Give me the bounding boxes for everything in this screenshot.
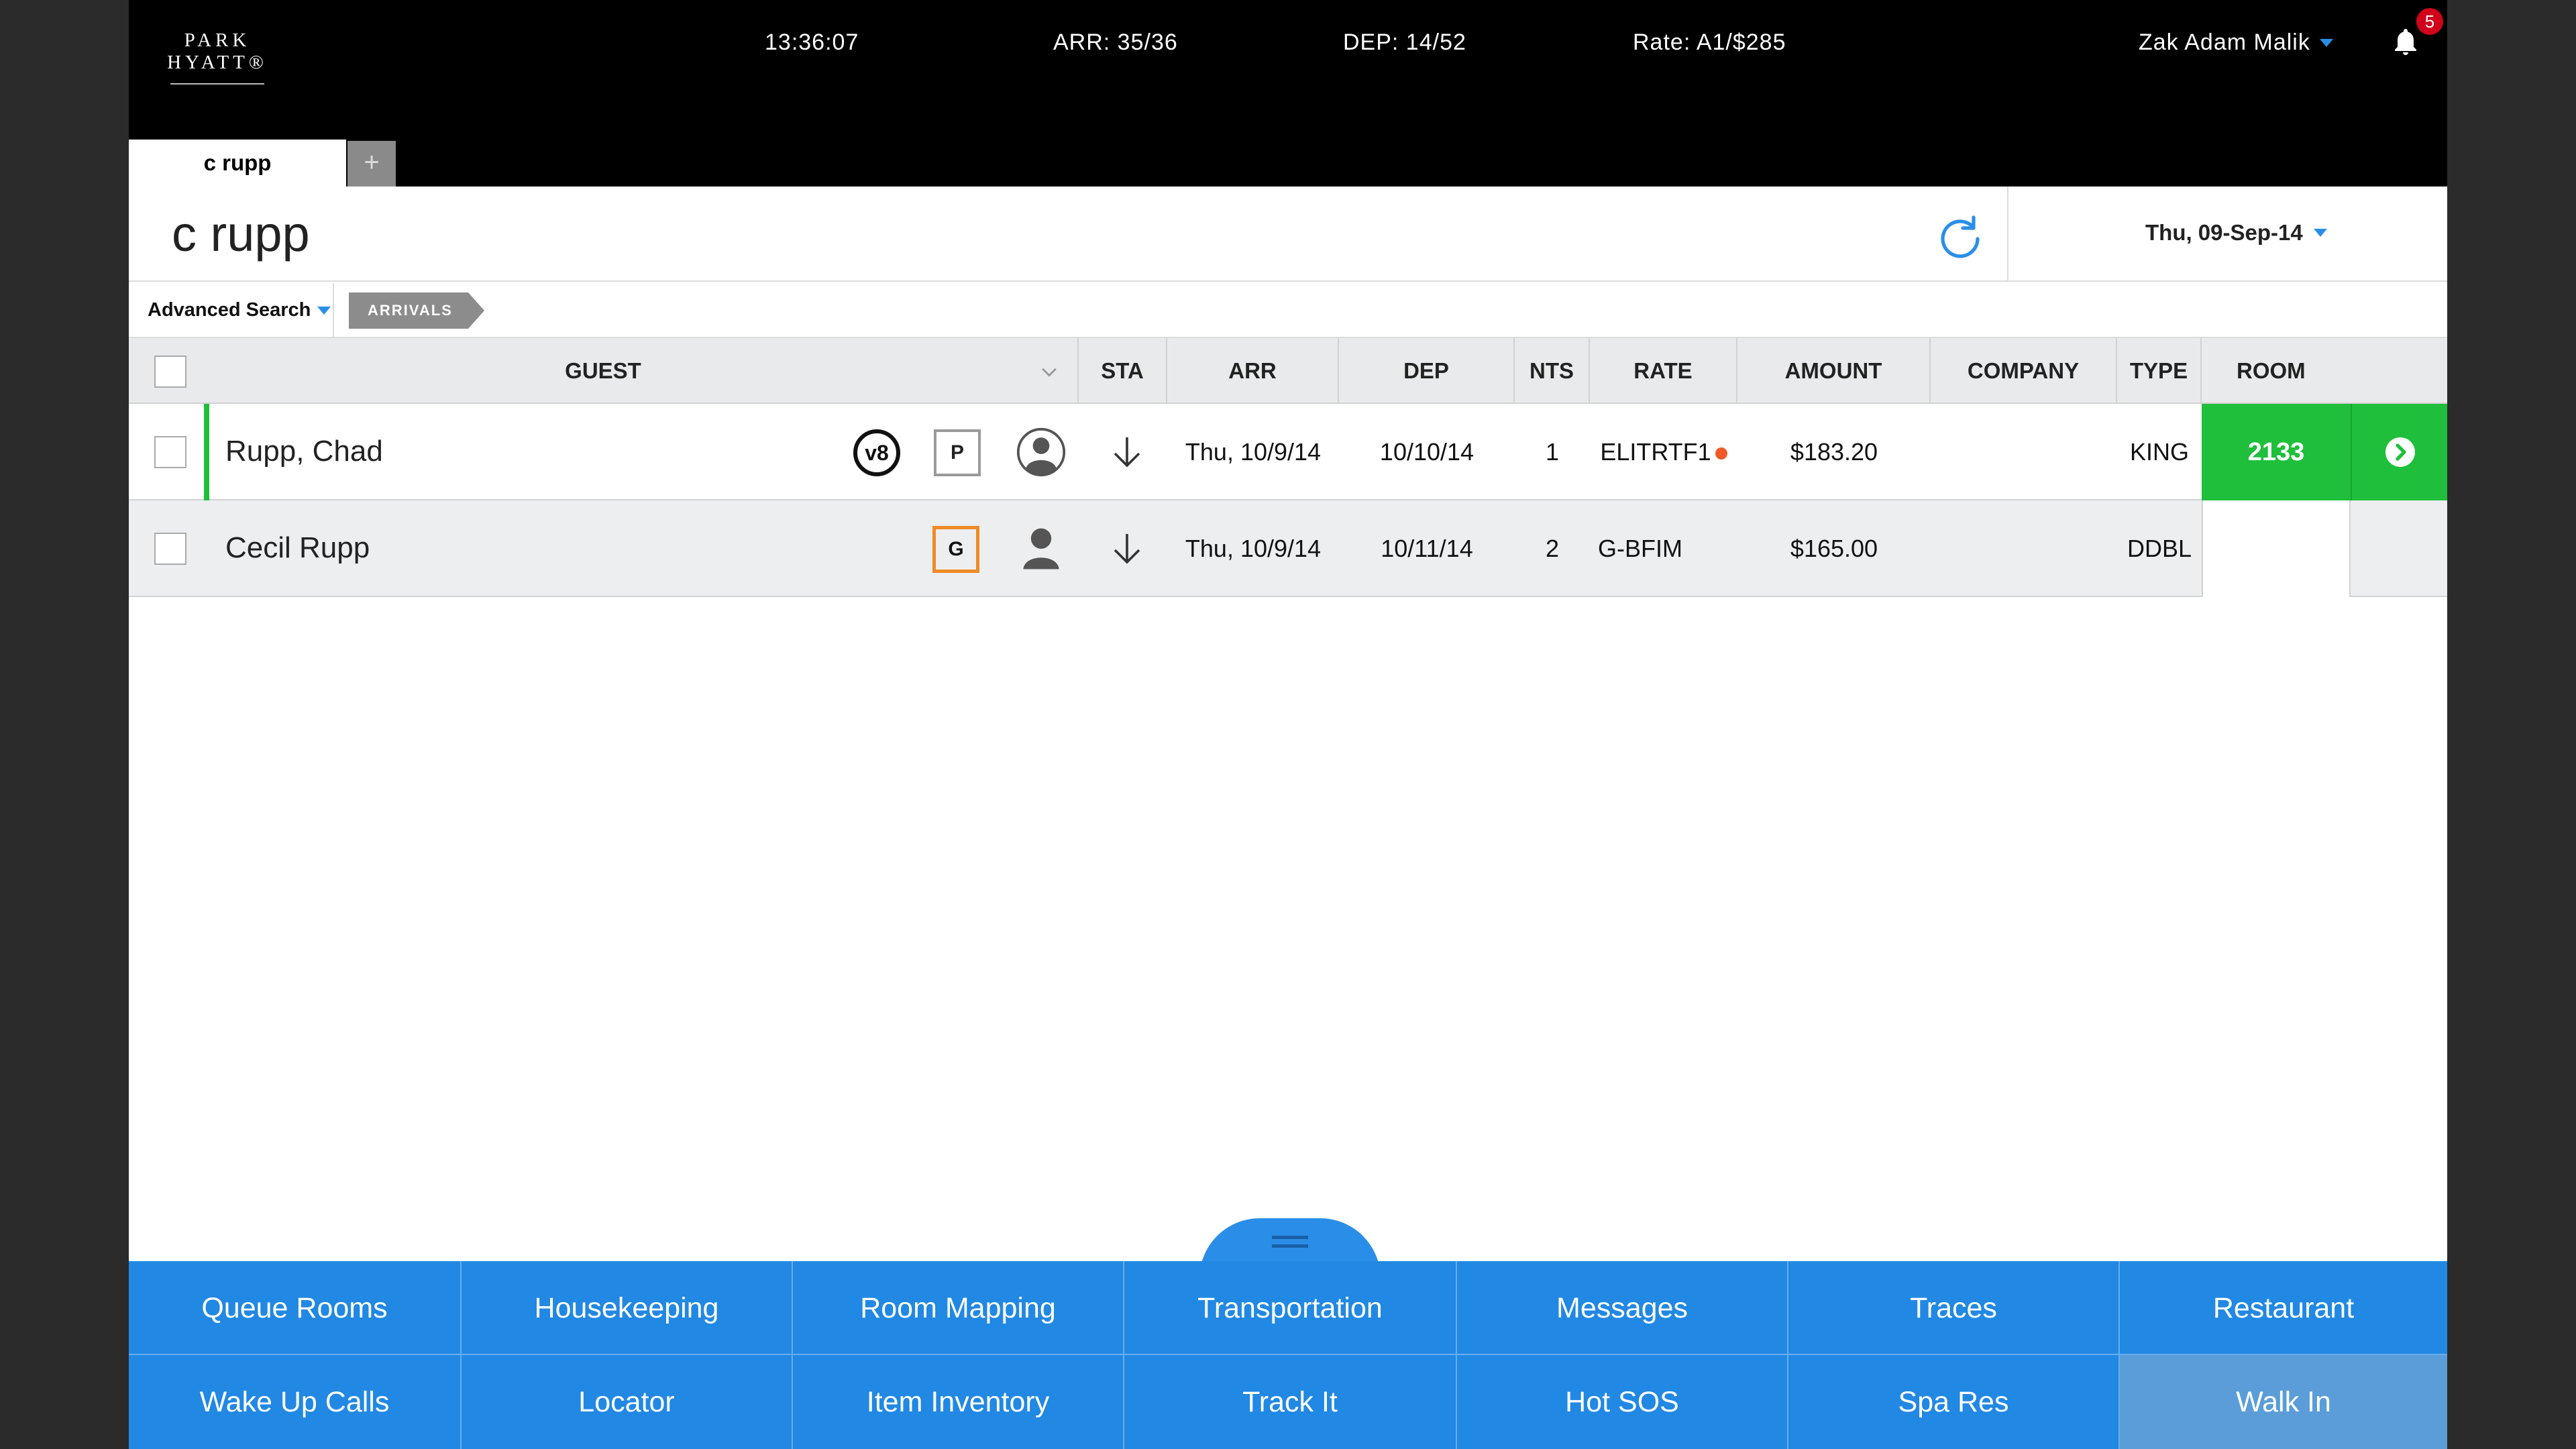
arrivals-filter-chip[interactable]: ARRIVALS — [349, 292, 468, 329]
housekeeping-button[interactable]: Housekeeping — [462, 1261, 793, 1355]
column-header-guest[interactable]: GUEST — [129, 338, 1079, 404]
rate-alert-dot — [1715, 447, 1727, 460]
messages-button[interactable]: Messages — [1457, 1261, 1788, 1355]
company — [1931, 404, 2117, 500]
app-window: PARK HYATT® 13:36:07 ARR: 35/36 DEP: 14/… — [129, 0, 2447, 1449]
chevron-right-circle-icon — [2385, 437, 2415, 467]
page-title: c rupp — [172, 206, 310, 262]
column-header-type[interactable]: TYPE — [2117, 338, 2202, 404]
notification-badge: 5 — [2416, 8, 2443, 35]
column-header-dep[interactable]: DEP — [1339, 338, 1515, 404]
room-type: KING — [2129, 438, 2189, 466]
row-checkbox[interactable] — [154, 436, 186, 468]
departures-count: DEP: 14/52 — [1343, 30, 1466, 55]
chevron-down-icon — [317, 306, 331, 315]
divider — [333, 283, 334, 338]
profile-type-badge: G — [932, 526, 979, 573]
rate-code: G-BFIM — [1598, 535, 1682, 562]
guest-name[interactable]: Cecil Rupp — [225, 500, 370, 596]
departure-date: 10/11/14 — [1381, 535, 1473, 562]
nights-count: 2 — [1545, 535, 1560, 562]
room-number-button[interactable]: 2133 — [2202, 404, 2351, 500]
bottom-action-bar: Queue Rooms Housekeeping Room Mapping Tr… — [129, 1261, 2447, 1449]
traces-button[interactable]: Traces — [1788, 1261, 2120, 1355]
logo-underline — [170, 83, 264, 85]
row-checkbox[interactable] — [154, 533, 186, 565]
hot-sos-button[interactable]: Hot SOS — [1457, 1355, 1788, 1449]
table-row[interactable]: Rupp, Chad v8 P Thu, 10/9/14 10/10/14 1 … — [129, 404, 2447, 500]
arrow-down-icon — [1114, 437, 1140, 468]
user-menu[interactable]: Zak Adam Malik — [2139, 30, 2333, 56]
column-header-arr[interactable]: ARR — [1167, 338, 1339, 404]
column-header-sta[interactable]: STA — [1079, 338, 1167, 404]
chip-arrow — [468, 292, 484, 329]
refresh-icon[interactable] — [1933, 212, 1987, 266]
arrivals-count: ARR: 35/36 — [1053, 30, 1178, 55]
date-picker[interactable]: Thu, 09-Sep-14 — [2145, 220, 2327, 246]
loyalty-badge: v8 — [853, 429, 900, 476]
clock-time: 13:36:07 — [765, 30, 859, 55]
table-row[interactable]: Cecil Rupp G Thu, 10/9/14 10/11/14 2 G-B… — [129, 500, 2447, 597]
column-header-room[interactable]: ROOM — [2202, 338, 2447, 404]
arrival-date: Thu, 10/9/14 — [1185, 438, 1322, 466]
transportation-button[interactable]: Transportation — [1124, 1261, 1457, 1355]
person-icon[interactable] — [1016, 523, 1067, 574]
company — [1931, 500, 2117, 597]
divider — [2007, 186, 2008, 282]
user-name: Zak Adam Malik — [2139, 30, 2310, 55]
amount: $183.20 — [1790, 438, 1878, 466]
park-hyatt-logo: PARK HYATT® — [150, 30, 284, 85]
nights-count: 1 — [1545, 438, 1560, 466]
hamburger-icon — [1272, 1236, 1308, 1253]
profile-type-badge: P — [934, 429, 981, 476]
chevron-down-icon — [2319, 38, 2333, 47]
top-header: PARK HYATT® 13:36:07 ARR: 35/36 DEP: 14/… — [129, 0, 2447, 188]
guest-name[interactable]: Rupp, Chad — [225, 404, 383, 499]
status-accent-bar — [204, 404, 209, 500]
room-type: DDBL — [2127, 535, 2192, 562]
amount: $165.00 — [1790, 535, 1878, 562]
column-header-company[interactable]: COMPANY — [1931, 338, 2117, 404]
guest-profile-icon[interactable] — [1016, 427, 1067, 478]
date-label: Thu, 09-Sep-14 — [2145, 220, 2303, 245]
filter-row: Advanced Search ARRIVALS — [129, 283, 2447, 338]
rate-summary: Rate: A1/$285 — [1633, 30, 1786, 55]
room-mapping-button[interactable]: Room Mapping — [793, 1261, 1124, 1355]
tab-c-rupp[interactable]: c rupp — [129, 140, 346, 188]
departure-date: 10/10/14 — [1379, 438, 1474, 466]
item-inventory-button[interactable]: Item Inventory — [793, 1355, 1124, 1449]
advanced-search-dropdown[interactable]: Advanced Search — [148, 299, 331, 321]
queue-rooms-button[interactable]: Queue Rooms — [129, 1261, 462, 1355]
wake-up-calls-button[interactable]: Wake Up Calls — [129, 1355, 462, 1449]
track-it-button[interactable]: Track It — [1124, 1355, 1457, 1449]
spa-res-button[interactable]: Spa Res — [1788, 1355, 2120, 1449]
room-assign-field[interactable] — [2202, 500, 2351, 597]
arrow-down-icon — [1114, 534, 1140, 564]
rate-code-cell: ELITRTF1 — [1590, 404, 1737, 500]
rate-code: ELITRTF1 — [1600, 438, 1711, 466]
logo-text: PARK HYATT® — [167, 30, 268, 73]
check-in-go-button[interactable] — [2351, 404, 2447, 500]
chevron-down-icon[interactable] — [1040, 362, 1059, 381]
walk-in-button[interactable]: Walk In — [2120, 1355, 2447, 1449]
column-header-amount[interactable]: AMOUNT — [1737, 338, 1931, 404]
column-header-nts[interactable]: NTS — [1515, 338, 1590, 404]
table-header: GUEST STA ARR DEP NTS RATE AMOUNT COMPAN… — [129, 338, 2447, 404]
bell-icon[interactable] — [2390, 25, 2422, 58]
advanced-search-label: Advanced Search — [148, 299, 311, 321]
add-tab-button[interactable]: + — [347, 141, 396, 186]
chevron-down-icon — [2313, 229, 2327, 237]
column-header-rate[interactable]: RATE — [1590, 338, 1737, 404]
locator-button[interactable]: Locator — [462, 1355, 793, 1449]
arrival-date: Thu, 10/9/14 — [1185, 535, 1322, 562]
restaurant-button[interactable]: Restaurant — [2120, 1261, 2447, 1355]
title-row: c rupp Thu, 09-Sep-14 — [129, 186, 2447, 282]
